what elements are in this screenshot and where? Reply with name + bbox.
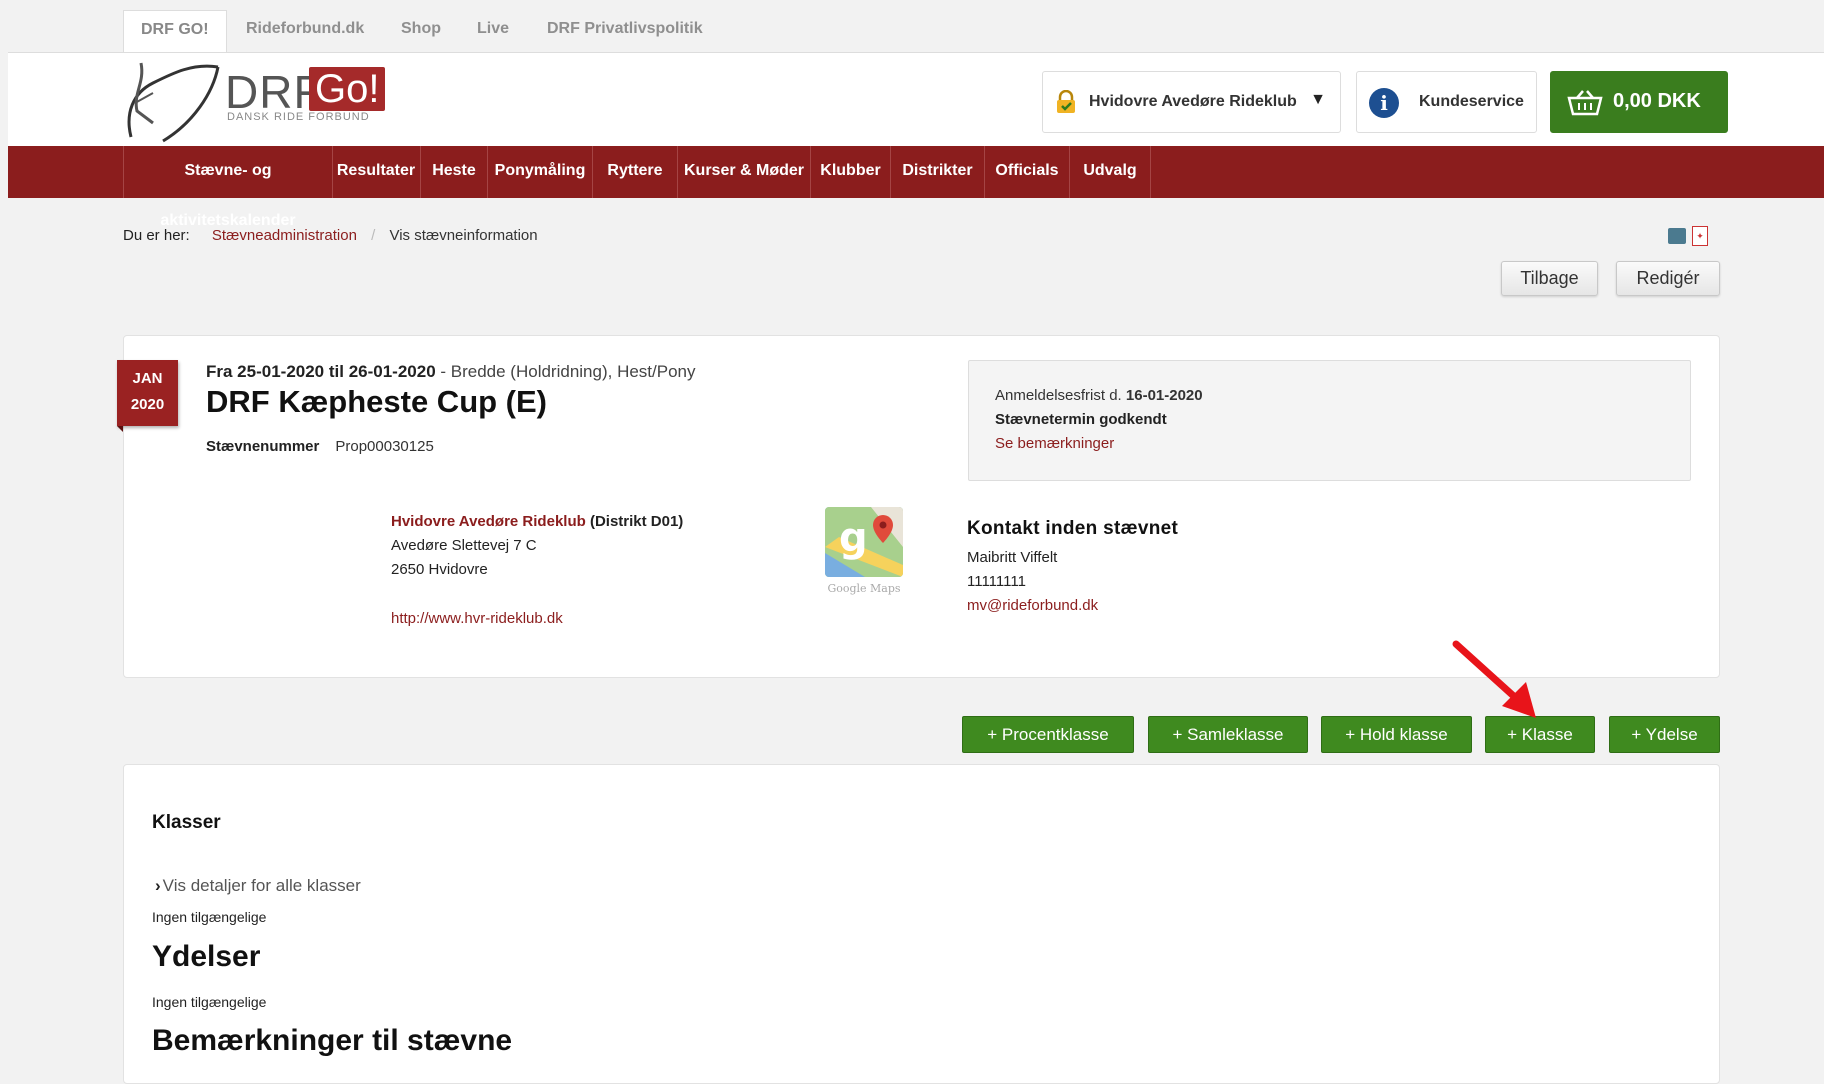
approval-status: Stævnetermin godkendt [995,411,1167,428]
customer-service-button[interactable]: i Kundeservice [1356,71,1537,133]
add-team-class-button[interactable]: + Hold klasse [1321,716,1472,753]
nav-riders[interactable]: Ryttere [593,146,678,198]
logo-subtitle: DANSK RIDE FORBUND [227,111,370,123]
classes-heading: Klasser [152,812,221,833]
tab-live[interactable]: Live [460,10,526,52]
contact-name: Maibritt Viffelt [967,549,1058,566]
caret-down-icon: ▼ [1310,91,1326,108]
back-button[interactable]: Tilbage [1501,261,1598,296]
classes-empty: Ingen tilgængelige [152,909,267,925]
contact-section: Kontakt inden stævnet Maibritt Viffelt 1… [967,518,1178,618]
nav-officials[interactable]: Officials [985,146,1070,198]
event-date-range: Fra 25-01-2020 til 26-01-2020 [206,362,436,381]
svg-text:g: g [839,515,868,561]
add-percent-class-button[interactable]: + Procentklasse [962,716,1134,753]
breadcrumb: Du er her: Stævneadministration / Vis st… [123,227,538,244]
drf-go-logo[interactable]: DRF Go! DANSK RIDE FORBUND [123,53,393,143]
cart-total: 0,00 DKK [1613,90,1701,112]
date-badge: JAN 2020 [117,360,178,432]
breadcrumb-current: Vis stævneinformation [389,227,538,244]
status-box: Anmeldelsesfrist d. 16-01-2020 Stævneter… [968,360,1691,481]
venue-address: Hvidovre Avedøre Rideklub (Distrikt D01)… [391,510,683,631]
add-service-button[interactable]: + Ydelse [1609,716,1720,753]
deadline-date: 16-01-2020 [1125,387,1203,404]
event-title: DRF Kæpheste Cup (E) [206,384,547,419]
services-empty: Ingen tilgængelige [152,994,267,1010]
customer-service-label: Kundeservice [1419,93,1524,110]
google-maps-label: Google Maps [827,582,901,595]
event-details: - Bredde (Holdridning), Hest/Pony [435,362,696,381]
venue-street: Avedøre Slettevej 7 C [391,537,537,554]
breadcrumb-label: Du er her: [123,227,190,244]
edit-button[interactable]: Redigér [1616,261,1720,296]
club-name: Hvidovre Avedøre Rideklub [1089,93,1297,110]
tab-rideforbund[interactable]: Rideforbund.dk [229,10,381,52]
venue-district: (Distrikt D01) [585,513,684,530]
event-number-label: Stævnenummer [206,438,320,455]
club-selector[interactable]: Hvidovre Avedøre Rideklub ▼ [1042,71,1341,133]
info-icon: i [1369,88,1399,118]
nav-courses[interactable]: Kurser & Møder [678,146,811,198]
breadcrumb-link[interactable]: Stævneadministration [212,227,357,244]
nav-results[interactable]: Resultater [332,146,421,198]
nav-pony-measurement[interactable]: Ponymåling [488,146,593,198]
contact-phone: 11111111 [967,573,1026,590]
site-header: DRF Go! DANSK RIDE FORBUND Hvidovre Aved… [8,52,1824,147]
venue-city: 2650 Hvidovre [391,561,488,578]
services-heading: Ydelser [152,940,261,973]
remarks-heading: Bemærkninger til stævne [152,1024,513,1057]
tab-privacy[interactable]: DRF Privatlivspolitik [530,10,720,52]
main-nav: Stævne- og aktivitetskalender Resultater… [8,146,1824,229]
annotation-arrow-icon [1452,640,1536,718]
cart-button[interactable]: 0,00 DKK [1550,71,1728,133]
event-subtitle: Fra 25-01-2020 til 26-01-2020 - Bredde (… [206,362,696,382]
event-number-value: Prop00030125 [335,438,434,455]
breadcrumb-separator: / [371,227,376,244]
google-maps-link[interactable]: g Google Maps [825,507,903,599]
nav-districts[interactable]: Distrikter [891,146,985,198]
add-class-button[interactable]: + Klasse [1485,716,1595,753]
deadline: Anmeldelsesfrist d. 16-01-2020 [995,387,1203,404]
top-links-bar: DRF GO! Rideforbund.dk Shop Live DRF Pri… [0,0,1824,53]
pdf-icon[interactable]: ✦ [1692,226,1708,246]
google-maps-icon: g [825,507,903,577]
date-month: JAN [132,370,163,387]
basket-icon [1567,90,1603,116]
tab-drf-go[interactable]: DRF GO! [123,10,227,53]
venue-url[interactable]: http://www.hvr-rideklub.dk [391,607,683,631]
horse-head-icon [127,62,220,143]
tab-shop[interactable]: Shop [384,10,458,52]
nav-calendar[interactable]: Stævne- og aktivitetskalender [123,146,333,229]
remarks-link[interactable]: Se bemærkninger [995,435,1114,452]
contact-email[interactable]: mv@rideforbund.dk [967,594,1178,618]
chevron-right-icon: › [155,876,161,895]
date-year: 2020 [130,396,165,413]
event-number: Stævnenummer Prop00030125 [206,438,434,455]
venue-club-link[interactable]: Hvidovre Avedøre Rideklub [391,513,586,530]
print-icon[interactable] [1668,228,1686,244]
logo-go: Go! [309,67,386,111]
add-combined-class-button[interactable]: + Samleklasse [1148,716,1308,753]
lock-icon [1057,90,1075,113]
nav-committees[interactable]: Udvalg [1070,146,1151,198]
show-all-details-link[interactable]: › Vis detaljer for alle klasser [155,876,361,896]
nav-horses[interactable]: Heste [421,146,488,198]
contact-heading: Kontakt inden stævnet [967,518,1179,539]
nav-clubs[interactable]: Klubber [811,146,891,198]
show-details-label: Vis detaljer for alle klasser [162,876,361,895]
